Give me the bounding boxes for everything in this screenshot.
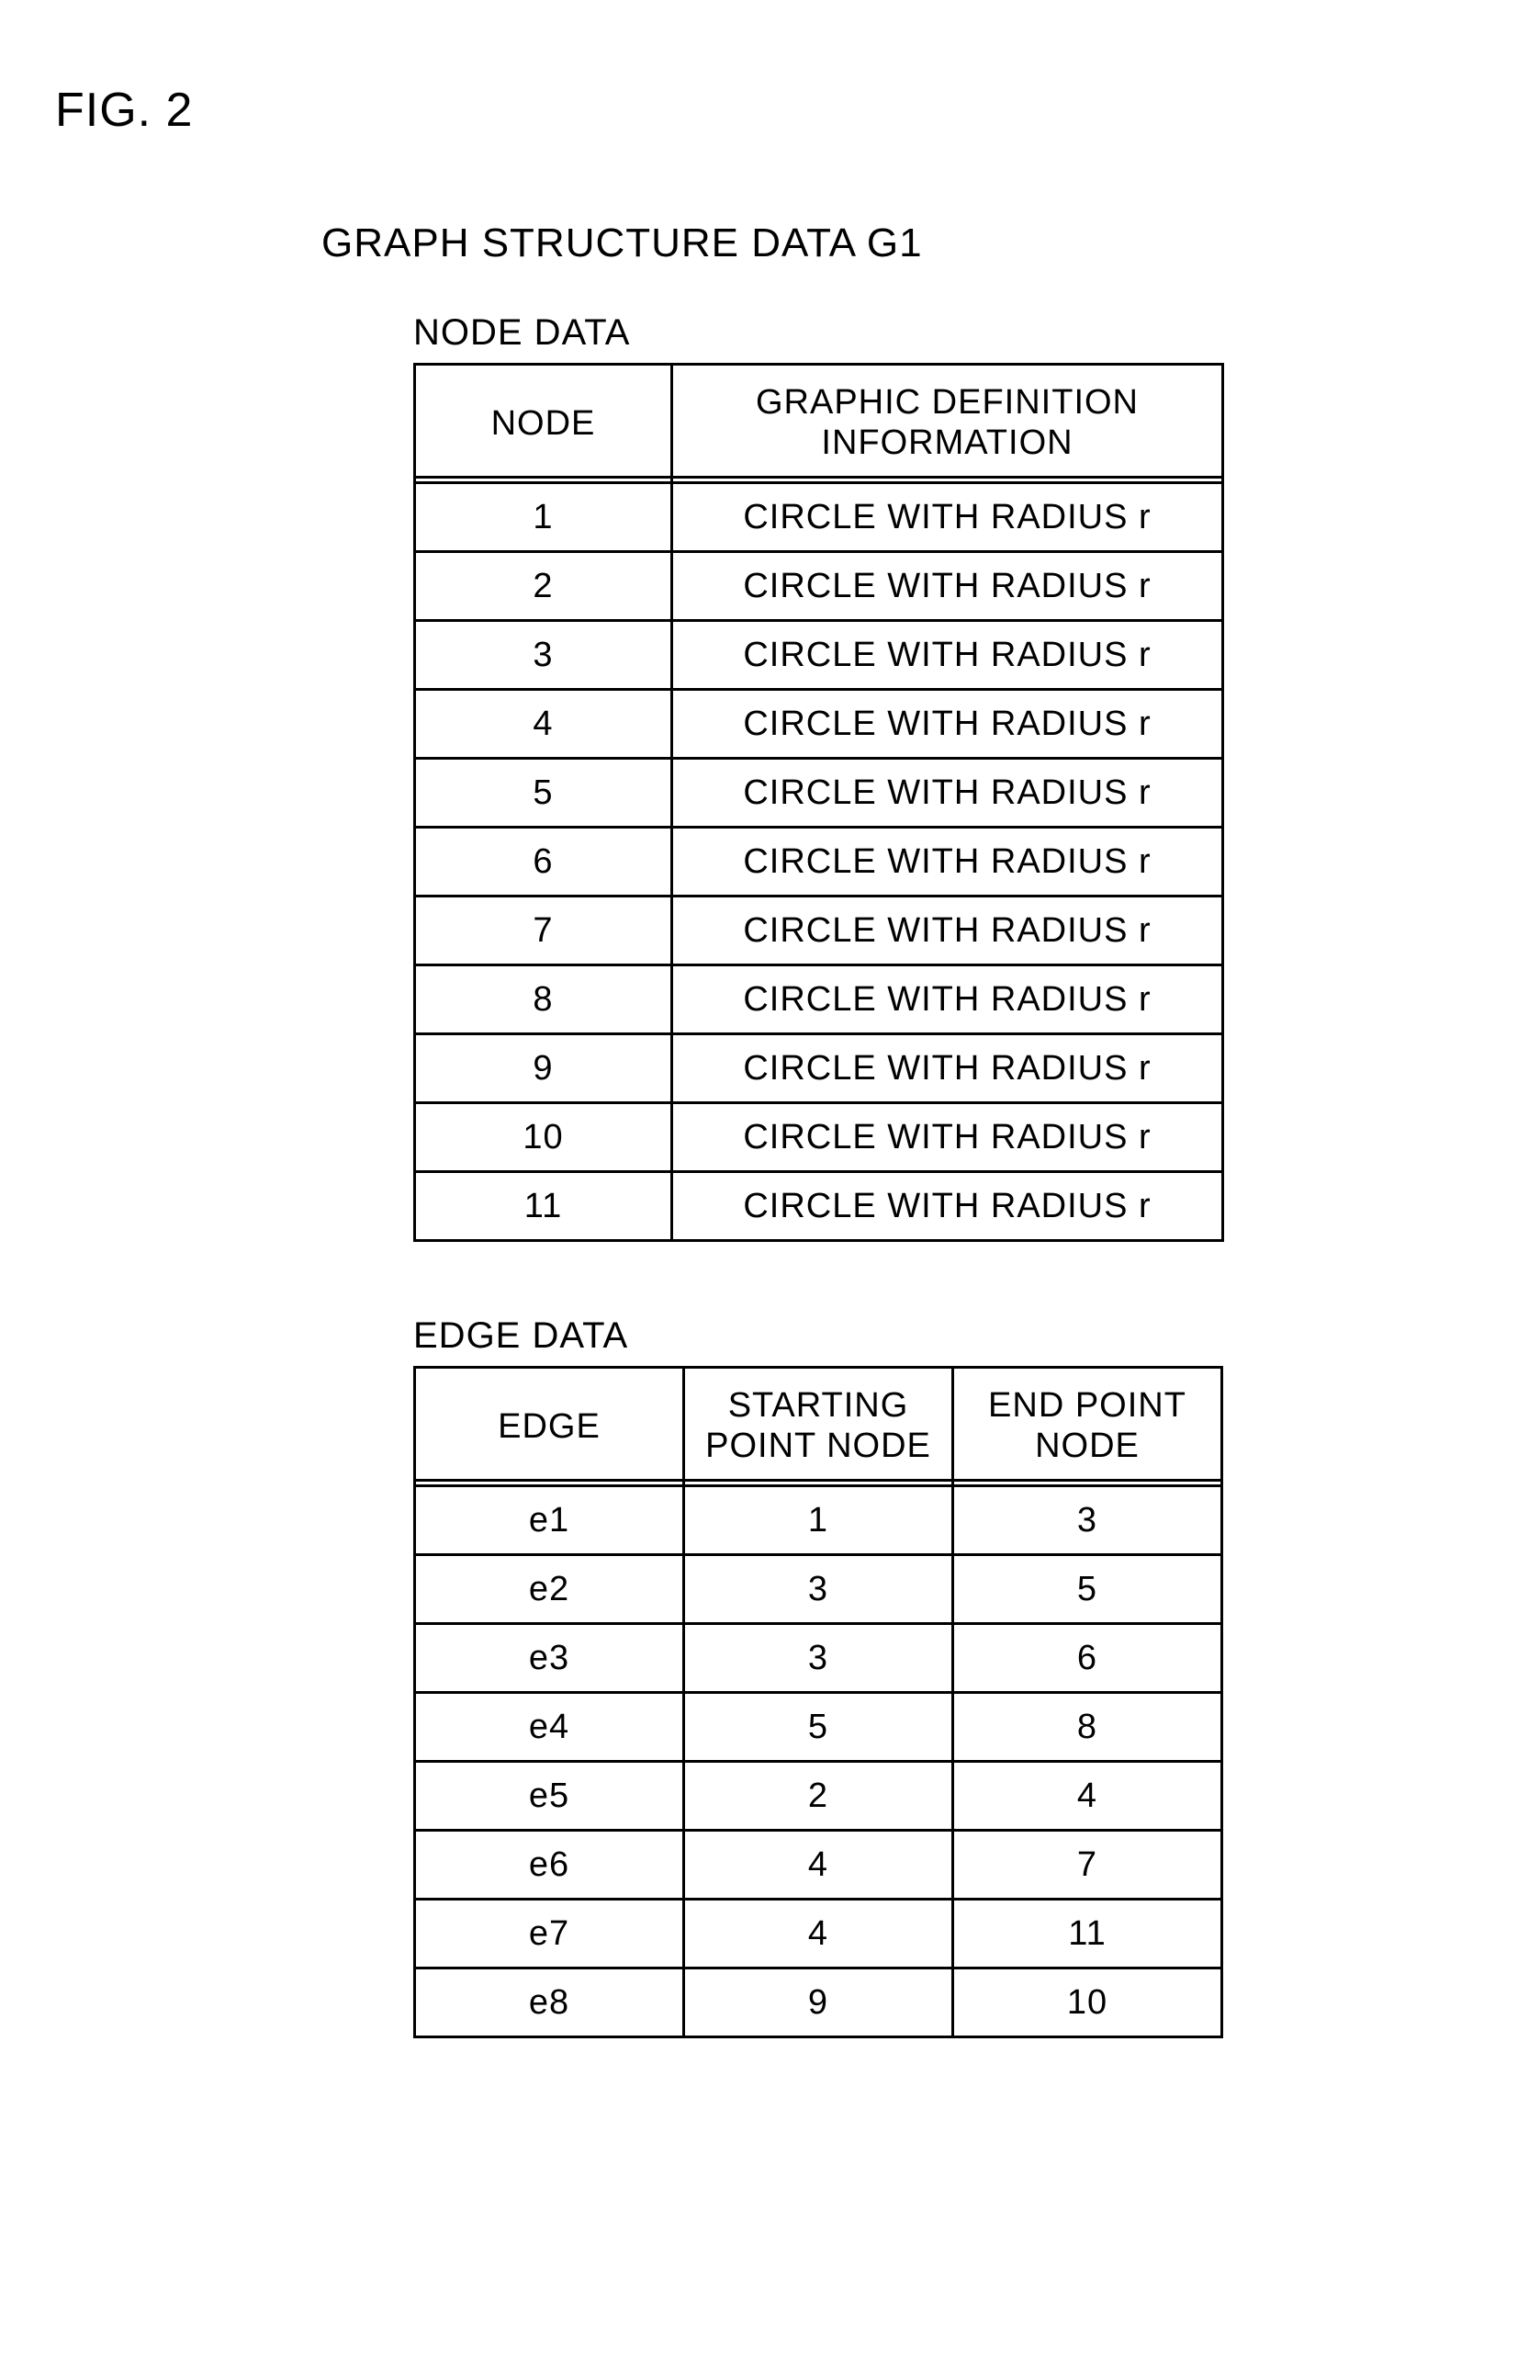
table-row: 4CIRCLE WITH RADIUS r: [415, 690, 1223, 759]
table-row: e7411: [415, 1900, 1222, 1968]
table-row: 1CIRCLE WITH RADIUS r: [415, 483, 1223, 552]
start-cell: 4: [684, 1831, 953, 1900]
definition-cell: CIRCLE WITH RADIUS r: [672, 621, 1223, 690]
end-cell: 3: [953, 1486, 1222, 1555]
start-cell: 2: [684, 1762, 953, 1831]
start-cell: 3: [684, 1624, 953, 1693]
table-header-row: NODE GRAPHIC DEFINITION INFORMATION: [415, 365, 1223, 483]
edge-cell: e8: [415, 1968, 684, 2037]
edge-cell: e5: [415, 1762, 684, 1831]
node-cell: 2: [415, 552, 672, 621]
definition-cell: CIRCLE WITH RADIUS r: [672, 828, 1223, 897]
end-cell: 10: [953, 1968, 1222, 2037]
definition-cell: CIRCLE WITH RADIUS r: [672, 965, 1223, 1034]
node-cell: 7: [415, 897, 672, 965]
table-row: 5CIRCLE WITH RADIUS r: [415, 759, 1223, 828]
node-section-label: NODE DATA: [413, 312, 1485, 354]
figure-label: FIG. 2: [55, 83, 1485, 138]
table-row: e113: [415, 1486, 1222, 1555]
table-row: 9CIRCLE WITH RADIUS r: [415, 1034, 1223, 1103]
table-row: e336: [415, 1624, 1222, 1693]
edge-cell: e6: [415, 1831, 684, 1900]
node-cell: 5: [415, 759, 672, 828]
definition-cell: CIRCLE WITH RADIUS r: [672, 552, 1223, 621]
node-cell: 9: [415, 1034, 672, 1103]
node-table-body: 1CIRCLE WITH RADIUS r 2CIRCLE WITH RADIU…: [415, 483, 1223, 1241]
table-row: e524: [415, 1762, 1222, 1831]
start-cell: 1: [684, 1486, 953, 1555]
edge-data-table: EDGE STARTING POINT NODE END POINT NODE …: [413, 1366, 1223, 2038]
end-cell: 11: [953, 1900, 1222, 1968]
table-row: 11CIRCLE WITH RADIUS r: [415, 1172, 1223, 1241]
end-cell: 6: [953, 1624, 1222, 1693]
node-cell: 10: [415, 1103, 672, 1172]
edge-cell: e3: [415, 1624, 684, 1693]
edge-cell: e1: [415, 1486, 684, 1555]
definition-cell: CIRCLE WITH RADIUS r: [672, 897, 1223, 965]
definition-cell: CIRCLE WITH RADIUS r: [672, 1103, 1223, 1172]
edge-header-end: END POINT NODE: [953, 1368, 1222, 1486]
table-row: e235: [415, 1555, 1222, 1624]
table-row: 3CIRCLE WITH RADIUS r: [415, 621, 1223, 690]
table-row: 7CIRCLE WITH RADIUS r: [415, 897, 1223, 965]
table-row: e458: [415, 1693, 1222, 1762]
end-cell: 5: [953, 1555, 1222, 1624]
edge-table-body: e113 e235 e336 e458 e524 e647 e7411 e891…: [415, 1486, 1222, 2037]
table-row: e647: [415, 1831, 1222, 1900]
table-row: e8910: [415, 1968, 1222, 2037]
start-cell: 9: [684, 1968, 953, 2037]
end-cell: 8: [953, 1693, 1222, 1762]
edge-cell: e4: [415, 1693, 684, 1762]
node-cell: 8: [415, 965, 672, 1034]
node-cell: 3: [415, 621, 672, 690]
node-data-table: NODE GRAPHIC DEFINITION INFORMATION 1CIR…: [413, 363, 1224, 1242]
definition-cell: CIRCLE WITH RADIUS r: [672, 690, 1223, 759]
edge-header-start: STARTING POINT NODE: [684, 1368, 953, 1486]
page: FIG. 2 GRAPH STRUCTURE DATA G1 NODE DATA…: [0, 0, 1540, 2380]
node-header-node: NODE: [415, 365, 672, 483]
edge-header-edge: EDGE: [415, 1368, 684, 1486]
edge-cell: e7: [415, 1900, 684, 1968]
edge-section-label: EDGE DATA: [413, 1315, 1485, 1357]
page-title: GRAPH STRUCTURE DATA G1: [321, 220, 1485, 266]
end-cell: 4: [953, 1762, 1222, 1831]
table-row: 2CIRCLE WITH RADIUS r: [415, 552, 1223, 621]
node-cell: 4: [415, 690, 672, 759]
start-cell: 4: [684, 1900, 953, 1968]
table-header-row: EDGE STARTING POINT NODE END POINT NODE: [415, 1368, 1222, 1486]
edge-cell: e2: [415, 1555, 684, 1624]
end-cell: 7: [953, 1831, 1222, 1900]
start-cell: 3: [684, 1555, 953, 1624]
definition-cell: CIRCLE WITH RADIUS r: [672, 1172, 1223, 1241]
start-cell: 5: [684, 1693, 953, 1762]
node-cell: 6: [415, 828, 672, 897]
node-cell: 11: [415, 1172, 672, 1241]
definition-cell: CIRCLE WITH RADIUS r: [672, 1034, 1223, 1103]
table-row: 8CIRCLE WITH RADIUS r: [415, 965, 1223, 1034]
table-row: 10CIRCLE WITH RADIUS r: [415, 1103, 1223, 1172]
definition-cell: CIRCLE WITH RADIUS r: [672, 483, 1223, 552]
table-row: 6CIRCLE WITH RADIUS r: [415, 828, 1223, 897]
node-cell: 1: [415, 483, 672, 552]
definition-cell: CIRCLE WITH RADIUS r: [672, 759, 1223, 828]
node-header-definition: GRAPHIC DEFINITION INFORMATION: [672, 365, 1223, 483]
